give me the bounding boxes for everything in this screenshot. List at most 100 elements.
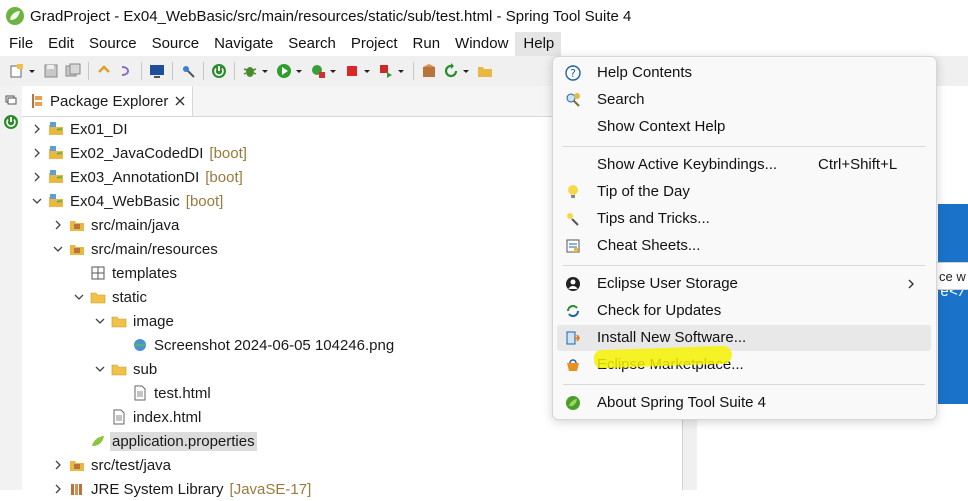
tree-item-label: sub [133,360,158,378]
menu-separator [563,146,925,147]
boot-dashboard-trim-icon[interactable] [3,114,19,130]
close-icon[interactable] [174,95,186,107]
menu-project[interactable]: Project [343,32,405,56]
left-trim-bar [0,86,23,490]
html-file-icon [132,385,148,401]
menu-edit[interactable]: Edit [40,32,81,56]
help-menu-item-help-contents[interactable]: ? Help Contents [557,60,931,86]
help-menu-item-tips-and-tricks[interactable]: Tips and Tricks... [557,206,931,232]
debug-dropdown-arrow[interactable] [261,63,269,79]
tree-item-label: index.html [133,408,202,426]
tree-item[interactable]: Ex01_DI [30,117,130,141]
tree-item[interactable]: src/main/java [51,213,181,237]
refresh-icon[interactable] [443,63,459,79]
tree-item-label: src/test/java [91,456,172,474]
chevron-down-icon[interactable] [93,314,107,328]
menu-window[interactable]: Window [447,32,515,56]
save-icon[interactable] [43,63,59,79]
help-menu-item-show-context-help[interactable]: Show Context Help [557,114,931,140]
forward-edit-icon[interactable] [118,63,134,79]
coverage-icon[interactable] [310,63,326,79]
tab-label: Package Explorer [50,92,169,110]
back-edit-icon[interactable] [96,63,112,79]
external-tools-dropdown-arrow[interactable] [397,63,405,79]
tree-item[interactable]: index.html [93,405,203,429]
chevron-right-icon[interactable] [30,146,44,160]
chevron-down-icon[interactable] [93,362,107,376]
folder-icon [111,313,127,329]
menu-separator [563,265,925,266]
save-all-icon[interactable] [65,63,81,79]
open-type-icon[interactable] [180,63,196,79]
tree-item-label: templates [112,264,178,282]
menu-source[interactable]: Source [144,32,207,56]
spring-icon [565,395,581,411]
menu-search[interactable]: Search [280,32,343,56]
restore-icon[interactable] [4,94,18,106]
stop-dropdown-arrow[interactable] [363,63,371,79]
tree-item[interactable]: src/main/resources [51,237,220,261]
open-folder-icon[interactable] [477,63,493,79]
menu-source[interactable]: Source [81,32,144,56]
chevron-right-icon[interactable] [30,170,44,184]
tree-item[interactable]: test.html [114,381,213,405]
marketplace-icon [565,357,581,373]
menu-item-label: Search [597,91,645,108]
run-dropdown-arrow[interactable] [295,63,303,79]
external-tools-icon[interactable] [378,63,394,79]
tree-item[interactable]: Ex02_JavaCodedDI [boot] [30,141,247,165]
terminal-icon[interactable] [149,63,165,79]
chevron-down-icon[interactable] [30,194,44,208]
chevron-down-icon[interactable] [72,290,86,304]
menu-item-label: Check for Updates [597,302,722,319]
toolbar-separator [234,62,235,80]
tree-item[interactable]: Screenshot 2024-06-05 104246.png [114,333,396,357]
debug-icon[interactable] [242,63,258,79]
refresh-dropdown-arrow[interactable] [462,63,470,79]
chevron-down-icon[interactable] [51,242,65,256]
help-menu-item-about-spring-tool-suite-4[interactable]: About Spring Tool Suite 4 [557,390,931,416]
tree-item[interactable]: image [93,309,176,333]
help-menu-item-eclipse-user-storage[interactable]: Eclipse User Storage [557,271,931,297]
help-menu-item-cheat-sheets[interactable]: Cheat Sheets... [557,233,931,259]
coverage-dropdown-arrow[interactable] [329,63,337,79]
menu-help[interactable]: Help [515,32,562,56]
tree-item[interactable]: JRE System Library [JavaSE-17] [51,477,311,501]
tree-item-decoration: [boot] [205,168,243,186]
lightbulb-icon [565,184,581,200]
new-icon[interactable] [9,63,25,79]
help-menu-item-show-active-keybindings[interactable]: Show Active Keybindings... Ctrl+Shift+L [557,152,931,178]
menu-item-label: Tip of the Day [597,183,690,200]
tree-item-decoration: [boot] [185,192,224,210]
menu-item-label: Cheat Sheets... [597,237,701,254]
stop-icon[interactable] [344,63,360,79]
menu-navigate[interactable]: Navigate [206,32,280,56]
project-icon [48,169,64,185]
tree-item[interactable]: sub [93,357,159,381]
new-package-icon[interactable] [421,63,437,79]
tree-item[interactable]: templates [72,261,179,285]
help-menu-item-check-for-updates[interactable]: Check for Updates [557,298,931,324]
help-menu-item-install-new-software[interactable]: Install New Software... [557,325,931,351]
tab-package-explorer[interactable]: Package Explorer [22,86,194,116]
help-menu-item-search[interactable]: Search [557,87,931,113]
chevron-right-icon[interactable] [30,122,44,136]
chevron-right-icon[interactable] [51,218,65,232]
tree-item[interactable]: Ex04_WebBasic [boot] [30,189,223,213]
tree-item[interactable]: src/test/java [51,453,173,477]
tree-item[interactable]: application.properties [72,429,257,453]
new-dropdown-arrow[interactable] [28,63,36,79]
help-menu-item-tip-of-the-day[interactable]: Tip of the Day [557,179,931,205]
tree-item[interactable]: static [72,285,149,309]
chevron-right-icon[interactable] [51,482,65,496]
boot-dashboard-icon[interactable] [211,63,227,79]
run-icon[interactable] [276,63,292,79]
chevron-right-icon[interactable] [51,458,65,472]
tree-item-label: static [112,288,148,306]
menu-run[interactable]: Run [405,32,448,56]
tree-item[interactable]: Ex03_AnnotationDI [boot] [30,165,243,189]
tips-icon [565,211,581,227]
menu-file[interactable]: File [0,32,40,56]
menu-item-shortcut: Ctrl+Shift+L [818,156,898,173]
